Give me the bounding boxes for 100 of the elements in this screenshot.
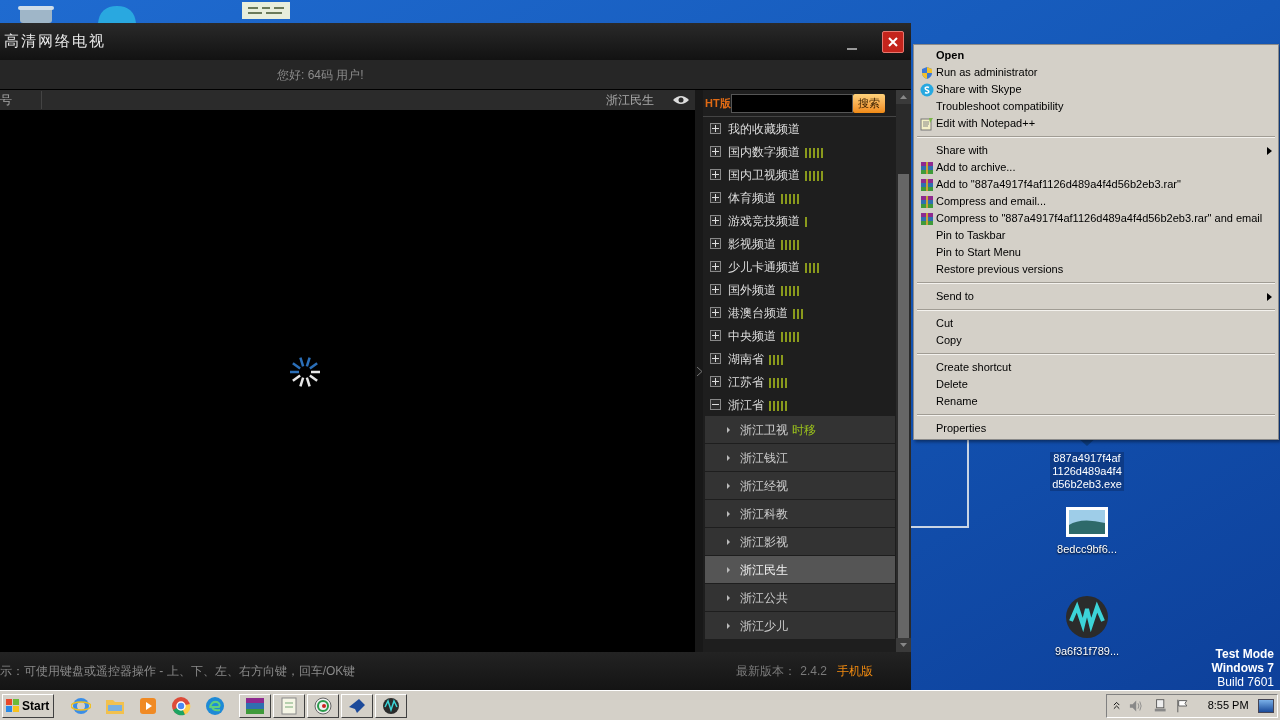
menu-item[interactable]: Send to [914,288,1278,305]
document-thumbnail-icon[interactable] [242,2,290,19]
start-button[interactable]: Start [2,693,54,718]
mobile-link[interactable]: 手机版 [837,662,873,680]
signal-bars-icon [769,401,787,411]
channel-group[interactable]: 游戏竞技频道 [703,209,896,232]
menu-item[interactable]: Compress and email... [914,193,1278,210]
search-button[interactable]: 搜索 [852,93,885,113]
group-label: 我的收藏频道 [728,120,800,138]
show-desktop-button[interactable] [1257,698,1274,713]
menu-item[interactable]: Troubleshoot compatibility [914,98,1278,115]
channel-item[interactable]: 浙江卫视 时移 [705,416,895,443]
channel-group[interactable]: 中央频道 [703,324,896,347]
menu-item[interactable]: Add to archive... [914,159,1278,176]
menu-item[interactable]: Create shortcut [914,359,1278,376]
menu-item[interactable]: Share with Skype [914,81,1278,98]
version-label: 最新版本： [736,663,797,680]
channel-group[interactable]: 国外频道 [703,278,896,301]
channel-group[interactable]: 浙江省 [703,393,896,416]
channel-group[interactable]: 港澳台频道 [703,301,896,324]
menu-item[interactable]: Add to "887a4917f4af1126d489a4f4d56b2eb3.rar" [914,176,1278,193]
recycle-bin-icon[interactable] [18,6,54,23]
bullet-arrow-icon [727,538,730,545]
collapse-icon[interactable] [710,399,721,410]
menu-item[interactable]: Run as administrator [914,64,1278,81]
search-field[interactable] [730,93,853,113]
flag-icon[interactable] [1176,697,1189,714]
channel-group[interactable]: 我的收藏频道 [703,117,896,140]
channel-group[interactable]: 国内数字频道 [703,140,896,163]
channel-group[interactable]: 影视频道 [703,232,896,255]
expand-icon[interactable] [710,169,721,180]
channel-group[interactable]: 国内卫视频道 [703,163,896,186]
expand-icon[interactable] [710,192,721,203]
expand-icon[interactable] [710,146,721,157]
scroll-up-icon[interactable] [900,95,907,99]
channel-group[interactable]: 少儿卡通频道 [703,255,896,278]
channel-item[interactable]: 浙江公共 [705,584,895,611]
chrome-icon[interactable] [171,695,191,716]
expand-icon[interactable] [710,215,721,226]
header-label: 号 [0,91,42,109]
icon-label: 8edcc9bf6... [1056,543,1118,556]
scrollbar-thumb[interactable] [898,174,909,638]
group-label: 江苏省 [728,373,764,391]
archive-icon [920,160,934,175]
menu-item[interactable]: Copy [914,332,1278,349]
taskbar-app-button[interactable] [375,693,407,718]
channel-item[interactable]: 浙江民生 [705,556,895,583]
signal-bars-icon [769,355,783,365]
menu-item[interactable]: Properties [914,420,1278,437]
menu-item[interactable]: Open [914,47,1278,64]
os-build-text: Windows 7 [1211,661,1274,675]
scroll-down-icon[interactable] [900,643,907,647]
scrollbar[interactable] [896,90,911,652]
notepad-icon [920,116,934,131]
taskbar-app-button[interactable] [273,693,305,718]
menu-item[interactable]: Restore previous versions [914,261,1278,278]
menu-item[interactable]: Edit with Notepad++ [914,115,1278,132]
edition-label: HT版 [705,95,731,111]
menu-item[interactable]: Share with [914,142,1278,159]
expand-icon[interactable] [710,307,721,318]
channel-item[interactable]: 浙江科教 [705,500,895,527]
current-channel: 浙江民生 [606,92,654,109]
panel-toggle[interactable] [695,90,703,652]
expand-icon[interactable] [710,330,721,341]
taskbar-app-button[interactable] [239,693,271,718]
menu-item[interactable]: Cut [914,315,1278,332]
expand-icon[interactable] [710,376,721,387]
menu-item[interactable]: Rename [914,393,1278,410]
desktop-icon[interactable]: 9a6f31f789... [1047,595,1127,658]
taskbar-app-button[interactable] [307,693,339,718]
channel-group[interactable]: 体育频道 [703,186,896,209]
chevron-up-icon[interactable] [1113,700,1121,711]
version-number: 2.4.2 [800,663,827,680]
expand-icon[interactable] [710,238,721,249]
channel-item[interactable]: 浙江影视 [705,528,895,555]
hint-text: 示：可使用键盘或遥控器操作 - 上、下、左、右方向键，回车/OK键 [0,663,356,680]
signal-bars-icon [805,263,819,273]
os-build-text: Test Mode [1215,647,1274,661]
bird-app-icon [347,696,367,715]
expand-icon[interactable] [710,261,721,272]
clock[interactable]: 8:55 PM [1207,697,1249,714]
desktop-icon[interactable]: 8edcc9bf6... [1047,507,1127,556]
channel-item[interactable]: 浙江钱江 [705,444,895,471]
channel-group[interactable]: 江苏省 [703,370,896,393]
channel-item[interactable]: 浙江经视 [705,472,895,499]
signal-bars-icon [805,171,823,181]
menu-item[interactable]: Delete [914,376,1278,393]
network-icon[interactable] [1152,697,1167,714]
close-button[interactable] [882,30,904,53]
desktop-icon[interactable]: 887a4917f4af 1126d489a4f4 d56b2eb3.exe [1047,436,1127,491]
taskbar-app-button[interactable] [341,693,373,718]
channel-group[interactable]: 湖南省 [703,347,896,370]
eye-icon[interactable] [672,95,690,105]
channel-item[interactable]: 浙江少儿 [705,612,895,639]
menu-item[interactable]: Pin to Taskbar [914,227,1278,244]
menu-item[interactable]: Compress to "887a4917f4af1126d489a4f4d56b2eb3.rar" and email [914,210,1278,227]
expand-icon[interactable] [710,353,721,364]
expand-icon[interactable] [710,123,721,134]
expand-icon[interactable] [710,284,721,295]
menu-item[interactable]: Pin to Start Menu [914,244,1278,261]
